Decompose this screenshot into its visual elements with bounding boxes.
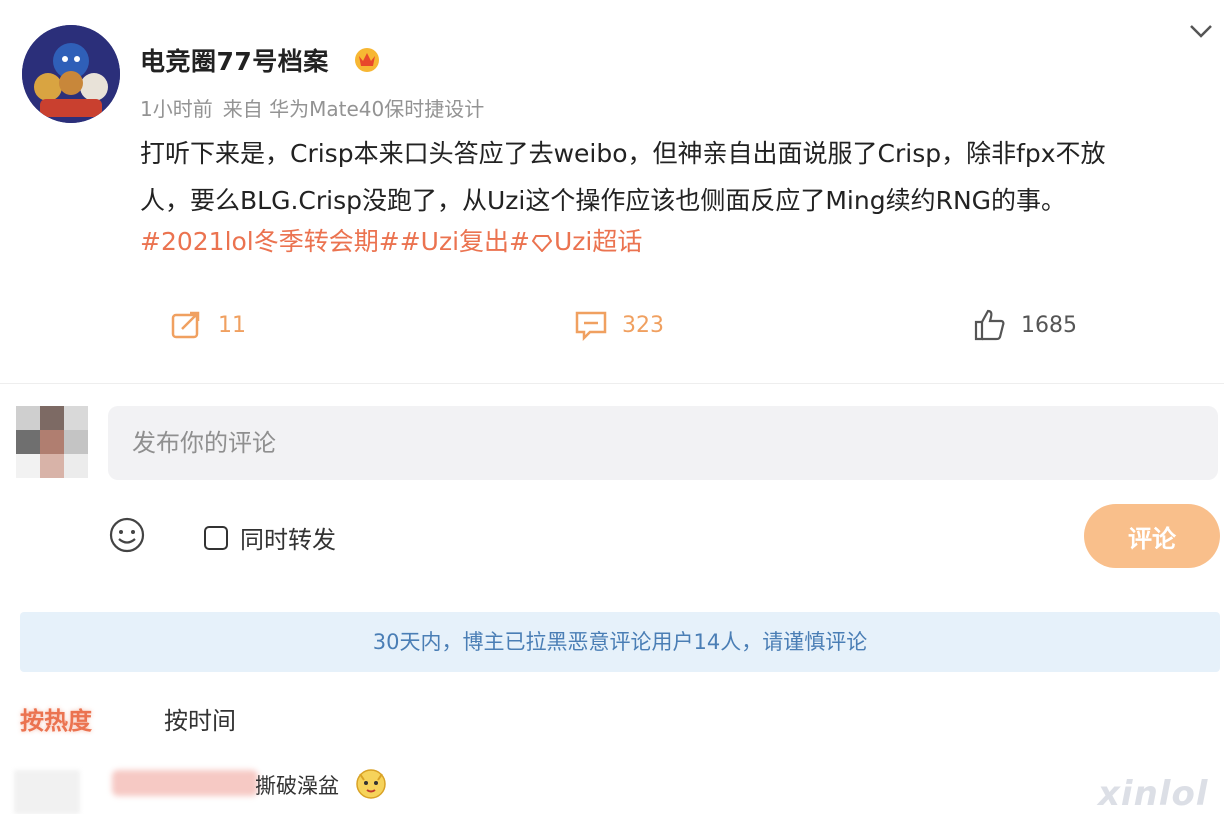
commenter-name-redacted: [112, 770, 258, 796]
like-button[interactable]: 1685: [973, 300, 1077, 350]
commenter-avatar: [14, 770, 80, 814]
comment-text: 撕破澡盆: [255, 774, 339, 798]
checkbox[interactable]: [204, 525, 228, 550]
supertopic-tag[interactable]: Uzi超话: [554, 227, 642, 256]
post-text-line: 人，要么BLG.Crisp没跑了，从Uzi这个操作应该也侧面反应了Ming续约R…: [140, 186, 1067, 215]
post-tags: #2021lol冬季转会期##Uzi复出# Uzi超话: [140, 222, 642, 258]
comment-count: 323: [622, 312, 664, 338]
gem-icon: [531, 229, 553, 258]
emoji-icon[interactable]: [108, 516, 146, 554]
my-avatar: [16, 406, 88, 478]
repost-checkbox-label: 同时转发: [240, 526, 336, 554]
comment-button[interactable]: 323: [574, 300, 664, 350]
poster-username[interactable]: 电竞圈77号档案: [140, 42, 329, 78]
post-source: 来自 华为Mate40保时捷设计: [222, 97, 485, 121]
repost-icon: [171, 311, 200, 339]
comment-input[interactable]: [108, 406, 1218, 480]
sort-by-hot-tab[interactable]: 按热度: [20, 701, 92, 736]
post-text-line: 打听下来是，Crisp本来口头答应了去weibo，但神亲自出面说服了Crisp，…: [140, 139, 1106, 168]
repost-checkbox[interactable]: 同时转发: [204, 520, 336, 555]
post-time: 1小时前: [140, 97, 213, 121]
comment-icon: [575, 311, 607, 341]
like-count: 1685: [1021, 312, 1077, 338]
post-meta: 1小时前 来自 华为Mate40保时捷设计: [140, 93, 484, 122]
topic-tag[interactable]: #2021lol冬季转会期#: [140, 227, 400, 256]
sort-by-time-tab[interactable]: 按时间: [164, 701, 236, 736]
divider: [0, 383, 1224, 384]
post-body: 打听下来是，Crisp本来口头答应了去weibo，但神亲自出面说服了Crisp，…: [140, 130, 1220, 224]
crown-badge-icon: [352, 44, 382, 74]
repost-button[interactable]: 11: [170, 300, 246, 350]
repost-count: 11: [218, 312, 246, 338]
watermark: xinlol: [1098, 774, 1209, 814]
poster-avatar[interactable]: [22, 25, 120, 123]
like-icon: [974, 309, 1005, 341]
blocked-users-notice: 30天内，博主已拉黑恶意评论用户14人，请谨慎评论: [20, 612, 1220, 672]
topic-tag[interactable]: #Uzi复出#: [400, 227, 530, 256]
emoji-sticker-icon: [354, 766, 388, 800]
chevron-down-icon[interactable]: [1186, 18, 1216, 44]
submit-comment-button[interactable]: 评论: [1084, 504, 1220, 568]
